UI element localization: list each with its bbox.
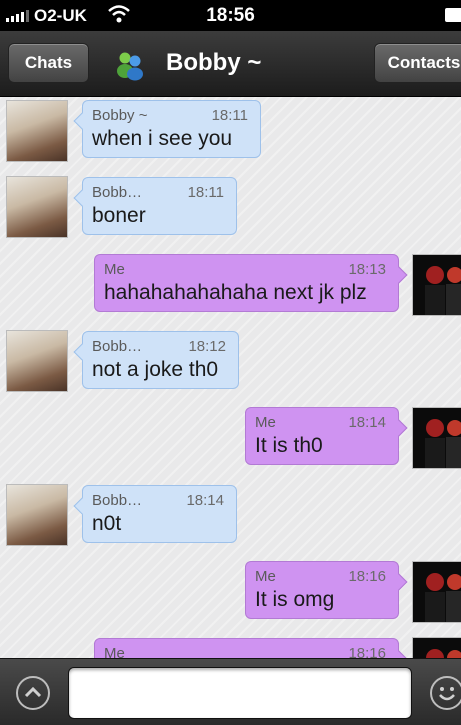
smiley-icon bbox=[439, 687, 455, 701]
profile-photo-icon bbox=[425, 419, 461, 468]
message-bubble-outgoing[interactable]: Me 18:16 It is omg bbox=[245, 561, 408, 619]
chats-back-button[interactable]: Chats bbox=[8, 43, 89, 83]
avatar bbox=[6, 484, 68, 546]
avatar bbox=[412, 561, 461, 623]
message-text: not a joke th0 bbox=[92, 358, 219, 381]
message-sender: Me bbox=[255, 568, 276, 585]
message-bubble-outgoing[interactable]: Me 18:16 bbox=[94, 638, 408, 658]
message-time: 18:13 bbox=[348, 261, 386, 278]
message-text: hahahahahahaha next jk plz bbox=[104, 281, 367, 304]
profile-photo-icon bbox=[425, 266, 461, 315]
message-bubble-incoming[interactable]: Bobby ~ 18:11 when i see you bbox=[73, 100, 261, 158]
message-bubble-outgoing[interactable]: Me 18:13 hahahahahahaha next jk plz bbox=[94, 254, 408, 312]
message-text: It is omg bbox=[255, 588, 335, 611]
message-time: 18:11 bbox=[187, 184, 224, 201]
avatar bbox=[6, 330, 68, 392]
message-text: n0t bbox=[92, 512, 122, 535]
message-text: It is th0 bbox=[255, 434, 323, 457]
avatar bbox=[412, 637, 461, 658]
avatar bbox=[6, 176, 68, 238]
message-time: 18:14 bbox=[348, 414, 386, 431]
message-time: 18:16 bbox=[348, 568, 386, 585]
message-bubble-incoming[interactable]: Bobb… 18:12 not a joke th0 bbox=[73, 331, 239, 389]
contacts-button[interactable]: Contacts bbox=[374, 43, 461, 83]
status-bar: O2-UK 18:56 bbox=[0, 0, 461, 31]
battery-icon bbox=[445, 8, 461, 22]
message-sender: Me bbox=[104, 645, 125, 658]
emoticon-button[interactable] bbox=[430, 676, 461, 710]
avatar bbox=[6, 100, 68, 162]
message-bubble-incoming[interactable]: Bobb… 18:11 boner bbox=[73, 177, 237, 235]
profile-photo-icon bbox=[426, 649, 461, 658]
expand-options-button[interactable] bbox=[16, 676, 50, 710]
message-text: when i see you bbox=[92, 127, 233, 150]
message-input[interactable] bbox=[68, 667, 412, 719]
message-bubble-outgoing[interactable]: Me 18:14 It is th0 bbox=[245, 407, 408, 465]
avatar bbox=[412, 407, 461, 469]
status-time: 18:56 bbox=[206, 5, 255, 26]
profile-photo-icon bbox=[425, 573, 461, 622]
message-text: boner bbox=[92, 204, 146, 227]
message-bubble-incoming[interactable]: Bobb… 18:14 n0t bbox=[73, 485, 237, 543]
message-sender: Bobb… bbox=[92, 184, 143, 201]
avatar bbox=[412, 254, 461, 316]
message-sender: Me bbox=[104, 261, 125, 278]
message-sender: Bobb… bbox=[92, 338, 143, 355]
conversation-title: Bobby ~ bbox=[166, 49, 262, 76]
message-list[interactable]: Bobby ~ 18:11 when i see you Bobb… 18:11… bbox=[0, 97, 461, 658]
message-time: 18:11 bbox=[211, 107, 248, 124]
nav-bar: Chats Bobby ~ Contacts bbox=[0, 31, 461, 97]
input-bar bbox=[0, 658, 461, 725]
message-time: 18:16 bbox=[348, 645, 386, 658]
messenger-buddy-icon bbox=[117, 52, 143, 81]
message-sender: Me bbox=[255, 414, 276, 431]
message-sender: Bobb… bbox=[92, 492, 143, 509]
message-time: 18:12 bbox=[188, 338, 226, 355]
message-sender: Bobby ~ bbox=[92, 107, 148, 124]
message-time: 18:14 bbox=[186, 492, 224, 509]
chevron-up-icon bbox=[24, 686, 42, 698]
